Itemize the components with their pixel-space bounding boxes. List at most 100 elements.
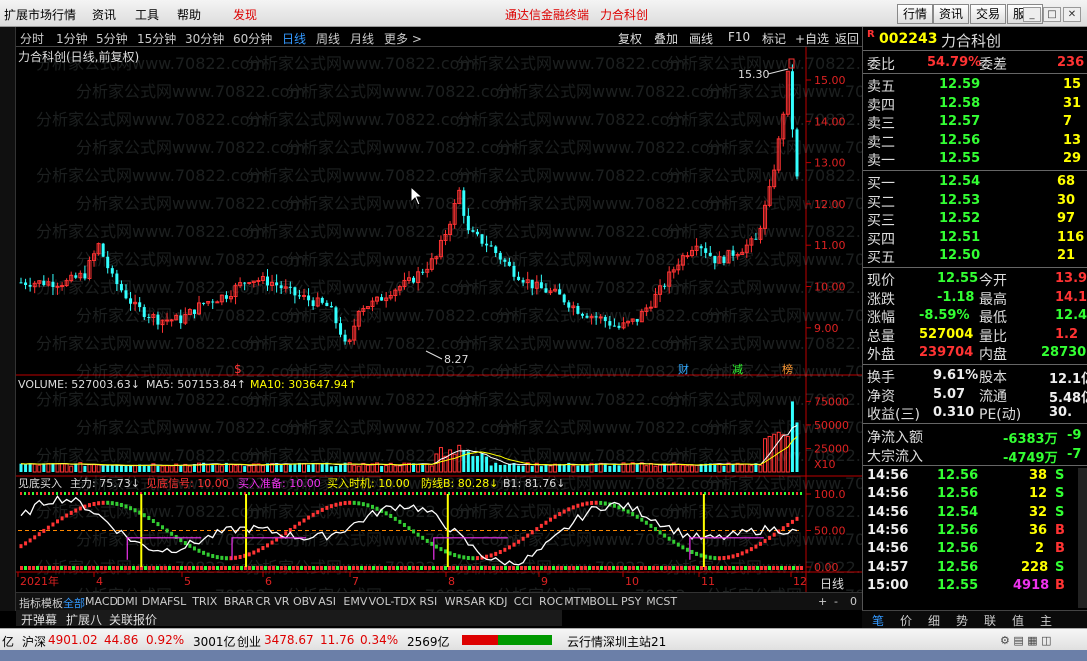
period-more[interactable]: 更多 > <box>384 30 422 47</box>
indicator-tab-brar[interactable]: BRAR <box>224 595 254 608</box>
indicator-tab-boll[interactable]: BOLL <box>589 595 617 608</box>
quote-tab-6[interactable]: 主 <box>1040 612 1052 629</box>
indicator-top-band <box>684 492 686 495</box>
indicator-tab-rsi[interactable]: RSI <box>419 595 437 608</box>
indicator-ctrl-0[interactable]: + <box>818 595 827 608</box>
indicator-tab-psy[interactable]: PSY <box>621 595 641 608</box>
mark-button[interactable]: 标记 <box>762 30 786 47</box>
indicator-tab-mcst[interactable]: MCST <box>646 595 677 608</box>
indicator-ctrl-1[interactable]: - <box>834 595 838 608</box>
indicator-tab-vr[interactable]: VR <box>274 595 289 608</box>
indicator-top-band <box>648 492 650 495</box>
menu-help[interactable]: 帮助 <box>177 6 201 23</box>
indicator-tab-cr[interactable]: CR <box>255 595 270 608</box>
kline-chart[interactable]: 分析家公式网www.70822.com 分析家公式网www.70822.com 分析… <box>16 47 862 592</box>
maximize-icon[interactable]: □ <box>1043 7 1061 22</box>
close-icon[interactable]: ✕ <box>1063 7 1081 22</box>
indicator-bottom-band <box>412 566 415 570</box>
quote-info-label: 总量 <box>867 328 895 345</box>
menu-extended-market[interactable]: 扩展市场行情 <box>4 6 76 23</box>
back-button[interactable]: 返回 <box>835 30 859 47</box>
overlay-button[interactable]: 叠加 <box>654 30 678 47</box>
watermark-text: 分析家公式网www.70822.com <box>496 82 725 101</box>
indicator-tab-模板[interactable]: 模板 <box>41 595 63 611</box>
indicator-top-band <box>484 492 486 495</box>
period-tick[interactable]: 分时 <box>20 30 44 47</box>
finance-marker: 财 <box>678 362 689 376</box>
indicator-bottom-band <box>372 566 375 570</box>
server-label[interactable]: 云行情深圳主站21 <box>567 633 666 650</box>
quote-tab-2[interactable]: 细 <box>928 612 940 629</box>
draw-line-button[interactable]: 画线 <box>689 30 713 47</box>
indicator-bottom-band <box>568 566 571 570</box>
danmaku-tab[interactable]: 开弹幕 <box>21 611 57 628</box>
indicator-ribbon-dot <box>329 504 333 509</box>
indicator-bottom-band <box>248 566 251 570</box>
extended-eight-tab[interactable]: 扩展八 <box>66 611 102 628</box>
quote-tab-1[interactable]: 价 <box>900 612 912 629</box>
sh-index-label[interactable]: 沪深 <box>22 633 46 650</box>
minimize-icon[interactable]: _ <box>1023 7 1041 22</box>
indicator-tab-macd[interactable]: MACD <box>85 595 118 608</box>
indicator-tab-wr[interactable]: WR <box>445 595 464 608</box>
period-5min[interactable]: 5分钟 <box>96 30 128 47</box>
cy-index-label[interactable]: 创业 <box>237 633 261 650</box>
indicator-ribbon-dot <box>421 535 425 540</box>
indicator-ribbon-dot <box>667 536 671 541</box>
indicator-tab-dma[interactable]: DMA <box>142 595 168 608</box>
period-30min[interactable]: 30分钟 <box>185 30 224 47</box>
related-quote-tab[interactable]: 关联报价 <box>109 611 157 628</box>
left-sidebar-strip[interactable] <box>0 27 16 611</box>
period-60min[interactable]: 60分钟 <box>233 30 272 47</box>
news-button[interactable]: 资讯 <box>933 4 970 24</box>
period-monthly[interactable]: 月线 <box>350 30 374 47</box>
indicator-top-band <box>800 492 802 495</box>
indicator-legend-a: 见底买入 <box>18 476 62 490</box>
indicator-ctrl-2[interactable]: 0 <box>850 595 857 608</box>
indicator-tab-asi[interactable]: ASI <box>318 595 336 608</box>
indicator-bottom-band <box>632 566 635 570</box>
period-weekly[interactable]: 周线 <box>316 30 340 47</box>
quote-tab-3[interactable]: 势 <box>956 612 968 629</box>
watermark-text: 分析家公式网www.70822.com <box>706 138 862 157</box>
restore-rights-button[interactable]: 复权 <box>618 30 642 47</box>
indicator-tab-vol-tdx[interactable]: VOL-TDX <box>369 595 417 608</box>
indicator-bottom-band <box>600 566 603 570</box>
quote-tab-5[interactable]: 值 <box>1012 612 1024 629</box>
indicator-tab-dmi[interactable]: DMI <box>117 595 138 608</box>
period-daily[interactable]: 日线 <box>282 30 306 47</box>
indicator-tab-mtm[interactable]: MTM <box>564 595 590 608</box>
indicator-tab-cci[interactable]: CCI <box>514 595 533 608</box>
watermark-text: 分析家公式网www.70822.com <box>36 334 265 353</box>
indicator-tab-trix[interactable]: TRIX <box>192 595 217 608</box>
indicator-tab-roc[interactable]: ROC <box>539 595 563 608</box>
menu-discover[interactable]: 发现 <box>233 6 257 23</box>
f10-button[interactable]: F10 <box>728 30 750 44</box>
quote-button[interactable]: 行情 <box>897 4 934 24</box>
indicator-ribbon-dot <box>471 556 475 561</box>
indicator-tab-emv[interactable]: EMV <box>343 595 367 608</box>
tick-side: S <box>1055 468 1065 483</box>
tick-side: B <box>1055 522 1065 538</box>
indicator-tab-kdj[interactable]: KDJ <box>489 595 508 608</box>
indicator-ribbon-dot <box>211 554 215 559</box>
tick-scrollbar[interactable] <box>1078 468 1087 608</box>
indicator-tab-fsl[interactable]: FSL <box>167 595 186 608</box>
quote-tab-4[interactable]: 联 <box>984 612 996 629</box>
indicator-tab-obv[interactable]: OBV <box>293 595 316 608</box>
tray-icons[interactable]: ⚙ ▤ ▦ ◫ <box>1000 634 1052 647</box>
period-1min[interactable]: 1分钟 <box>56 30 88 47</box>
trade-button[interactable]: 交易 <box>970 4 1007 24</box>
indicator-tab-指标[interactable]: 指标 <box>19 595 41 611</box>
menu-tools[interactable]: 工具 <box>135 6 159 23</box>
indicator-ribbon-dot <box>119 502 123 507</box>
add-watchlist-button[interactable]: +自选 <box>795 30 829 47</box>
indicator-tab-全部[interactable]: 全部 <box>63 595 85 611</box>
menu-news[interactable]: 资讯 <box>92 6 116 23</box>
indicator-tab-sar[interactable]: SAR <box>463 595 485 608</box>
indicator-ribbon-dot <box>530 530 534 535</box>
volume-bar <box>795 422 799 472</box>
period-15min[interactable]: 15分钟 <box>137 30 176 47</box>
quote-tab-0[interactable]: 笔 <box>872 612 884 629</box>
watermark-text: 分析家公式网www.70822.com <box>456 110 685 129</box>
